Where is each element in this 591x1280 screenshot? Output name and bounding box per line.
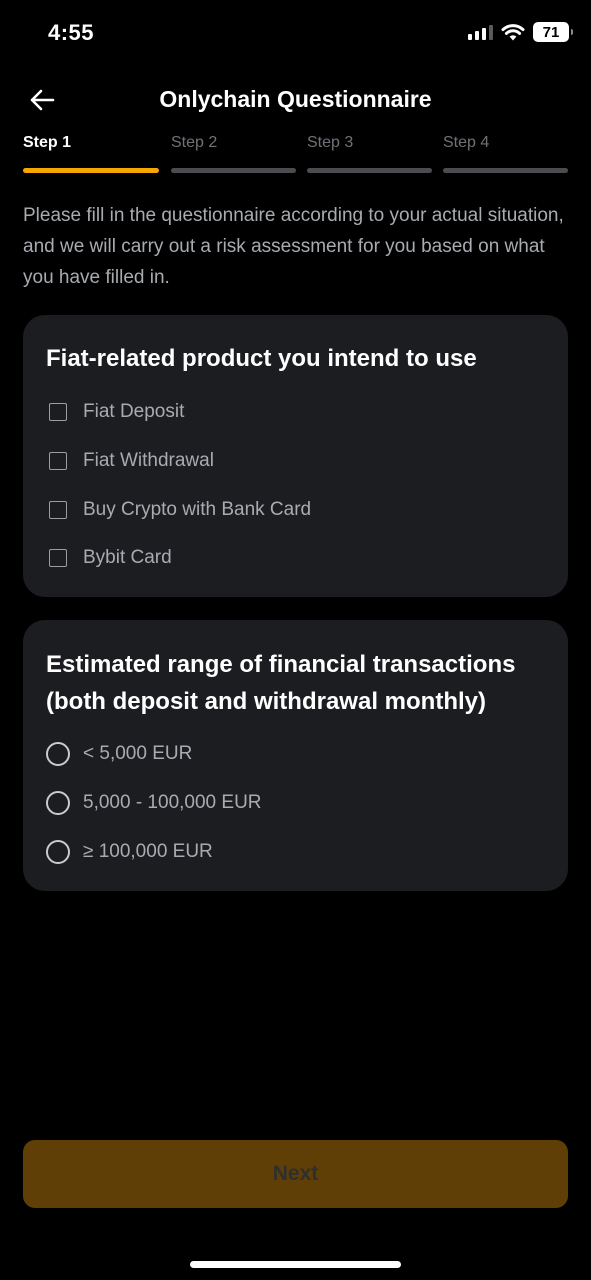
option-label: Fiat Withdrawal (83, 450, 214, 472)
page-title: Onlychain Questionnaire (159, 86, 432, 112)
question-title: Fiat-related product you intend to use (46, 345, 477, 372)
option-fiat-deposit[interactable]: Fiat Deposit (46, 388, 545, 437)
step-3: Step 3 (307, 134, 353, 152)
range-question-card: Estimated range of financial transaction… (23, 620, 568, 891)
option-label: Fiat Deposit (83, 401, 185, 423)
option-over-100000[interactable]: ≥ 100,000 EUR (46, 827, 545, 876)
step-4-bar (443, 168, 568, 173)
option-label: ≥ 100,000 EUR (83, 840, 213, 862)
radio-button[interactable] (46, 839, 70, 864)
battery-level: 71 (542, 23, 560, 41)
option-label: Bybit Card (83, 547, 172, 569)
step-label: Step 2 (171, 134, 218, 151)
step-4: Step 4 (443, 134, 489, 152)
step-1-bar (23, 168, 159, 173)
step-2: Step 2 (171, 134, 217, 152)
option-fiat-withdrawal[interactable]: Fiat Withdrawal (46, 437, 545, 486)
step-3-bar (307, 168, 432, 173)
checkbox[interactable] (49, 500, 67, 519)
step-label: Step 3 (307, 134, 354, 151)
question-title: Estimated range of financial transaction… (46, 651, 516, 715)
home-indicator[interactable] (190, 1261, 401, 1268)
next-button-label: Next (272, 1162, 319, 1185)
option-bybit-card[interactable]: Bybit Card (46, 534, 545, 583)
next-button[interactable]: Next (23, 1140, 568, 1208)
checkbox[interactable] (49, 549, 67, 568)
option-buy-crypto-bank-card[interactable]: Buy Crypto with Bank Card (46, 485, 545, 534)
radio-button[interactable] (46, 791, 70, 816)
step-1: Step 1 (23, 134, 71, 152)
status-bar: 4:55 71 (0, 0, 591, 70)
step-label: Step 1 (23, 134, 72, 151)
radio-group: < 5,000 EUR 5,000 - 100,000 EUR ≥ 100,00… (46, 730, 545, 876)
cellular-signal-icon (468, 24, 493, 40)
checkbox[interactable] (49, 403, 67, 422)
option-label: < 5,000 EUR (83, 743, 193, 765)
step-label: Step 4 (443, 134, 490, 151)
option-5000-100000[interactable]: 5,000 - 100,000 EUR (46, 779, 545, 828)
checkbox-group: Fiat Deposit Fiat Withdrawal Buy Crypto … (46, 388, 545, 583)
option-under-5000[interactable]: < 5,000 EUR (46, 730, 545, 779)
header: Onlychain Questionnaire (0, 80, 591, 124)
option-label: 5,000 - 100,000 EUR (83, 792, 262, 814)
battery-icon: 71 (533, 22, 573, 42)
product-question-card: Fiat-related product you intend to use F… (23, 315, 568, 597)
intro-text: Please fill in the questionnaire accordi… (23, 205, 564, 288)
status-icons: 71 (468, 22, 573, 42)
checkbox[interactable] (49, 452, 67, 471)
step-2-bar (171, 168, 296, 173)
option-label: Buy Crypto with Bank Card (83, 498, 312, 520)
step-progress: Step 1 Step 2 Step 3 Step 4 (23, 134, 568, 174)
wifi-icon (501, 24, 525, 41)
status-time: 4:55 (48, 20, 95, 45)
radio-button[interactable] (46, 742, 70, 767)
